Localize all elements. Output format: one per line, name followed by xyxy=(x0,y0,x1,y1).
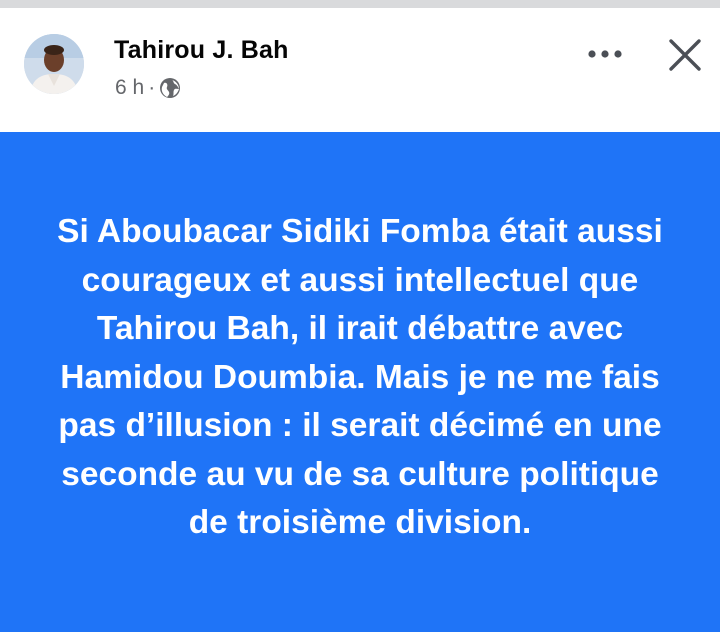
post-background: Si Aboubacar Sidiki Fomba était aussi co… xyxy=(0,132,720,632)
close-icon xyxy=(669,39,701,71)
post-text: Si Aboubacar Sidiki Fomba était aussi co… xyxy=(57,213,663,542)
post-timestamp[interactable]: 6 h xyxy=(115,76,144,100)
more-options-button[interactable] xyxy=(582,34,628,74)
author-name[interactable]: Tahirou J. Bah xyxy=(114,36,289,65)
feed-divider xyxy=(0,0,720,8)
meta-separator: · xyxy=(148,76,156,99)
post-meta: 6 h · xyxy=(115,76,181,100)
avatar-image xyxy=(24,34,84,94)
close-button[interactable] xyxy=(664,34,706,76)
avatar[interactable] xyxy=(24,34,84,94)
more-options-icon xyxy=(588,50,622,58)
post-header: Tahirou J. Bah 6 h · xyxy=(0,8,720,132)
globe-icon[interactable] xyxy=(159,77,181,99)
